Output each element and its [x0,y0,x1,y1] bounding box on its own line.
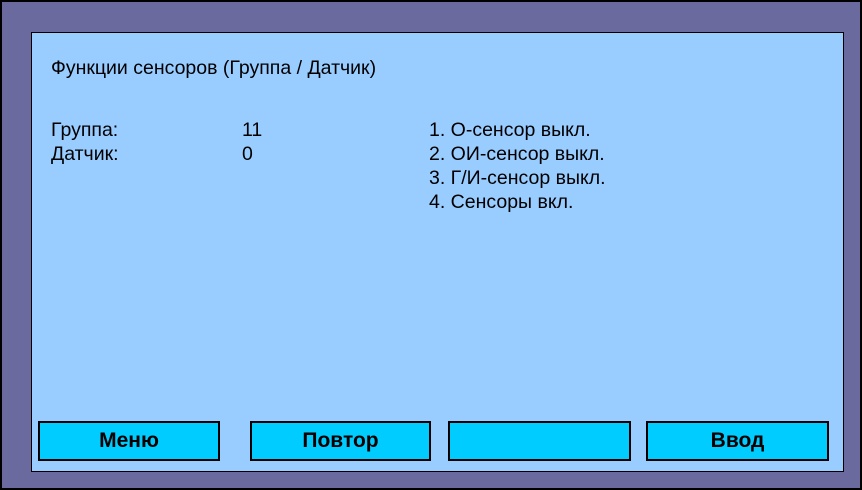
repeat-button[interactable]: Повтор [250,421,431,461]
group-value: 11 [242,119,263,141]
sensor-value: 0 [242,143,253,165]
option-item-4[interactable]: 4. Сенсоры вкл. [429,190,606,214]
group-label: Группа: [51,119,119,141]
option-item-1[interactable]: 1. О-сенсор выкл. [429,118,606,142]
sensor-label: Датчик: [51,143,119,165]
screen-title: Функции сенсоров (Группа / Датчик) [51,57,377,79]
option-item-3[interactable]: 3. Г/И-сенсор выкл. [429,166,606,190]
enter-button[interactable]: Ввод [646,421,829,461]
device-frame: Функции сенсоров (Группа / Датчик) Групп… [0,0,862,490]
option-item-2[interactable]: 2. ОИ-сенсор выкл. [429,142,606,166]
display-screen: Функции сенсоров (Группа / Датчик) Групп… [31,32,844,472]
option-list: 1. О-сенсор выкл. 2. ОИ-сенсор выкл. 3. … [429,118,606,214]
blank-softkey-button[interactable] [448,421,631,461]
menu-button[interactable]: Меню [38,421,220,461]
